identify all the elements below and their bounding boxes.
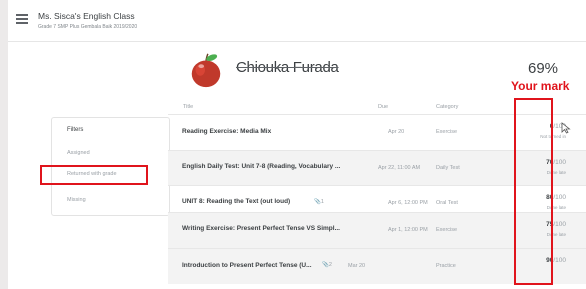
assignment-category: Oral Test	[436, 200, 458, 206]
mouse-cursor-icon	[561, 122, 571, 134]
grade-max: /100	[553, 221, 566, 228]
column-header-title: Title	[183, 104, 194, 110]
assignment-title[interactable]: English Daily Test: Unit 7-8 (Reading, V…	[182, 163, 340, 170]
filter-assigned[interactable]: Assigned	[67, 150, 90, 156]
assignment-due: Apr 20	[388, 129, 405, 135]
assignment-title[interactable]: Writing Exercise: Present Perfect Tense …	[182, 225, 340, 232]
returned-highlight-box	[40, 165, 148, 185]
class-title[interactable]: Ms. Sisca's English Class	[38, 11, 135, 21]
assignment-title[interactable]: UNIT 8: Reading the Text (out loud)	[182, 198, 290, 205]
menu-icon[interactable]	[16, 14, 28, 24]
attachment-count-value: 2	[328, 262, 332, 268]
assignment-category: Daily Test	[436, 165, 460, 171]
assignment-title[interactable]: Introduction to Present Perfect Tense (U…	[182, 262, 312, 269]
assignment-due: Mar 20	[348, 263, 366, 269]
grade-max: /100	[553, 257, 566, 264]
assignment-due: Apr 1, 12:00 PM	[388, 227, 428, 233]
grade-max: /100	[553, 194, 566, 201]
assignment-due: Apr 6, 12:00 PM	[388, 200, 428, 206]
filters-title: Filters	[67, 127, 84, 133]
classroom-page: Ms. Sisca's English Class Grade 7 SMP Pl…	[8, 0, 586, 289]
overall-grade-percent: 69%	[528, 60, 559, 77]
assignment-category: Exercise	[436, 227, 458, 233]
column-header-category: Category	[436, 104, 459, 110]
marks-highlight-box	[514, 98, 553, 285]
attachment-count: 📎2	[322, 262, 332, 268]
column-header-due: Due	[378, 104, 389, 110]
student-avatar	[191, 53, 221, 88]
assignment-category: Exercise	[436, 129, 458, 135]
assignment-title[interactable]: Reading Exercise: Media Mix	[182, 128, 271, 135]
class-subtitle: Grade 7 SMP Plus Gembala Baik 2019/2020	[38, 24, 138, 30]
assignment-due: Apr 22, 11:00 AM	[378, 165, 421, 171]
assignment-category: Practice	[436, 263, 456, 269]
filter-missing[interactable]: Missing	[67, 197, 86, 203]
attachment-count: 📎1	[314, 199, 324, 205]
attachment-count-value: 1	[320, 199, 324, 205]
student-name: Chiouka Furada	[236, 59, 339, 76]
your-mark-annotation: Your mark	[511, 79, 570, 93]
top-app-bar: Ms. Sisca's English Class Grade 7 SMP Pl…	[8, 0, 586, 42]
grade-max: /100	[553, 159, 566, 166]
